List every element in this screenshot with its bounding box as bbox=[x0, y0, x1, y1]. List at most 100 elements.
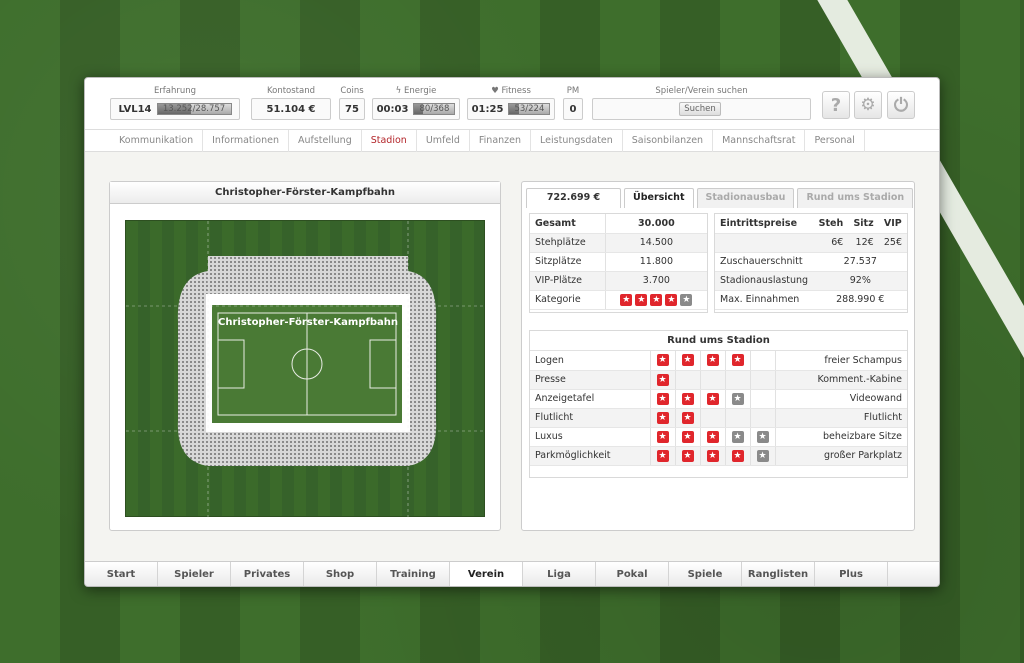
prices-row-value: 288.990 € bbox=[813, 290, 907, 310]
star-red-icon: ★ bbox=[656, 373, 669, 386]
rund-label: Luxus bbox=[530, 427, 650, 447]
subnav-personal[interactable]: Personal bbox=[805, 130, 865, 152]
gear-icon[interactable]: ⚙ bbox=[854, 91, 882, 119]
power-icon[interactable]: ⏻ bbox=[887, 91, 915, 119]
fitness-value: 53/224 bbox=[514, 104, 545, 114]
capacity-box: Gesamt 30.000 Stehplätze 14.500 Sitzplätze 11… bbox=[529, 213, 708, 313]
capacity-row: Sitzplätze 11.800 bbox=[530, 252, 707, 272]
nav-spieler[interactable]: Spieler bbox=[158, 562, 231, 586]
capacity-row: Stehplätze 14.500 bbox=[530, 233, 707, 253]
subnav-finanzen[interactable]: Finanzen bbox=[470, 130, 532, 152]
lightning-icon: ϟ bbox=[395, 86, 404, 96]
stadium-tabs: 722.699 € Übersicht Stadionausbau Rund u… bbox=[526, 188, 914, 208]
price-sitz[interactable]: 12€ bbox=[848, 233, 879, 253]
subnav-kommunikation[interactable]: Kommunikation bbox=[110, 130, 204, 152]
subnav-leistungsdaten[interactable]: Leistungsdaten bbox=[531, 130, 623, 152]
fitness-timer: 01:25 bbox=[471, 103, 504, 115]
nav-liga[interactable]: Liga bbox=[523, 562, 596, 586]
nav-shop[interactable]: Shop bbox=[304, 562, 377, 586]
subnav-aufstellung[interactable]: Aufstellung bbox=[289, 130, 362, 152]
star-red-icon: ★ bbox=[656, 354, 669, 367]
capacity-row: Kategorie ★ ★ ★ ★ ★ bbox=[530, 290, 707, 310]
star-red-icon: ★ bbox=[706, 430, 719, 443]
capacity-value: ★ ★ ★ ★ ★ bbox=[604, 290, 707, 310]
coins-label: Coins bbox=[340, 86, 364, 96]
stadium-view-panel: Christopher-Förster-Kampfbahn Christophe… bbox=[109, 181, 501, 531]
rund-title: Rund ums Stadion bbox=[530, 331, 907, 351]
erfahrung-stat: Erfahrung LVL14 13.252/28.757 bbox=[110, 86, 240, 120]
level-badge: LVL14 bbox=[118, 103, 152, 115]
nav-ranglisten[interactable]: Ranglisten bbox=[742, 562, 815, 586]
star-red-icon: ★ bbox=[620, 293, 633, 306]
top-bar: Erfahrung LVL14 13.252/28.757 Kontostand… bbox=[85, 78, 939, 130]
rund-box: Rund ums Stadion Logen ★ ★ ★ ★ freier Schampu… bbox=[529, 330, 908, 478]
capacity-value: 14.500 bbox=[604, 233, 707, 253]
price-steh[interactable]: 6€ bbox=[813, 233, 849, 253]
star-red-icon: ★ bbox=[681, 411, 694, 424]
heart-icon: ♥ bbox=[491, 86, 502, 96]
star-red-icon: ★ bbox=[731, 354, 744, 367]
kontostand-stat: Kontostand 51.104 € bbox=[251, 86, 331, 120]
subnav-informationen[interactable]: Informationen bbox=[203, 130, 289, 152]
nav-privates[interactable]: Privates bbox=[231, 562, 304, 586]
rund-label: Parkmöglichkeit bbox=[530, 446, 650, 466]
energie-timer: 00:03 bbox=[376, 103, 409, 115]
tab-stadionausbau[interactable]: Stadionausbau bbox=[696, 188, 795, 208]
rund-label: Logen bbox=[530, 351, 650, 371]
pitch-stadium-name: Christopher-Förster-Kampfbahn bbox=[218, 317, 398, 328]
help-icon[interactable]: ? bbox=[822, 91, 850, 119]
subnav-stadion[interactable]: Stadion bbox=[362, 130, 417, 152]
erfahrung-label: Erfahrung bbox=[153, 86, 197, 96]
prices-header-steh: Steh bbox=[813, 214, 849, 234]
stadium-svg: Christopher-Förster-Kampfbahn bbox=[126, 221, 486, 518]
fitness-stat: ♥ Fitness 01:25 53/224 bbox=[467, 86, 555, 120]
erfahrung-bar: 13.252/28.757 bbox=[156, 103, 232, 115]
star-red-icon: ★ bbox=[706, 354, 719, 367]
rund-desc: Videowand bbox=[774, 389, 907, 409]
pm-value[interactable]: 0 bbox=[563, 98, 583, 120]
kontostand-label: Kontostand bbox=[266, 86, 316, 96]
subnav-umfeld[interactable]: Umfeld bbox=[417, 130, 470, 152]
capacity-label: Stehplätze bbox=[530, 233, 606, 253]
prices-row-value: 27.537 bbox=[813, 252, 907, 272]
tab-rund-ums-stadion[interactable]: Rund ums Stadion bbox=[797, 188, 914, 208]
star-red-icon: ★ bbox=[656, 430, 669, 443]
star-red-icon: ★ bbox=[656, 411, 669, 424]
price-vip[interactable]: 25€ bbox=[878, 233, 907, 253]
star-grey-icon: ★ bbox=[731, 392, 744, 405]
rund-desc: Komment.-Kabine bbox=[774, 370, 907, 390]
search-input[interactable]: Suchen bbox=[592, 98, 811, 120]
nav-plus[interactable]: Plus bbox=[815, 562, 888, 586]
nav-spiele[interactable]: Spiele bbox=[669, 562, 742, 586]
capacity-value: 30.000 bbox=[604, 214, 707, 234]
stadium-info-panel: 722.699 € Übersicht Stadionausbau Rund u… bbox=[521, 181, 915, 531]
prices-header-label: Eintrittspreise bbox=[715, 214, 814, 234]
subnav-saisonbilanzen[interactable]: Saisonbilanzen bbox=[623, 130, 714, 152]
stadium-image: Christopher-Förster-Kampfbahn bbox=[125, 220, 486, 518]
prices-box: Eintrittspreise Steh Sitz VIP 6€ 12€ 25€ Zusc… bbox=[714, 213, 908, 313]
prices-row-label: Stadionauslastung bbox=[715, 271, 814, 291]
search-button[interactable]: Suchen bbox=[679, 102, 721, 116]
rund-row-luxus: Luxus ★ ★ ★ ★ ★ beheizbare Sitze bbox=[530, 427, 907, 447]
prices-row: Stadionauslastung 92% bbox=[715, 271, 907, 291]
nav-verein[interactable]: Verein bbox=[450, 562, 523, 586]
capacity-value: 3.700 bbox=[604, 271, 707, 291]
rund-row-parkmoeglichkeit: Parkmöglichkeit ★ ★ ★ ★ ★ großer Parkplatz bbox=[530, 446, 907, 466]
star-red-icon: ★ bbox=[681, 392, 694, 405]
nav-training[interactable]: Training bbox=[377, 562, 450, 586]
subnav-mannschaftsrat[interactable]: Mannschaftsrat bbox=[713, 130, 806, 152]
nav-pokal[interactable]: Pokal bbox=[596, 562, 669, 586]
rund-desc: großer Parkplatz bbox=[774, 446, 907, 466]
rund-row-logen: Logen ★ ★ ★ ★ freier Schampus bbox=[530, 351, 907, 371]
rund-row-presse: Presse ★ Komment.-Kabine bbox=[530, 370, 907, 390]
star-red-icon: ★ bbox=[731, 449, 744, 462]
star-red-icon: ★ bbox=[681, 449, 694, 462]
energie-value: 80/368 bbox=[419, 104, 450, 114]
tab-uebersicht[interactable]: Übersicht bbox=[624, 188, 694, 208]
capacity-label: VIP-Plätze bbox=[530, 271, 606, 291]
money-tab: 722.699 € bbox=[526, 188, 621, 208]
nav-start[interactable]: Start bbox=[85, 562, 158, 586]
capacity-label: Kategorie bbox=[530, 290, 606, 310]
rund-label: Flutlicht bbox=[530, 408, 650, 428]
capacity-table: Gesamt 30.000 Stehplätze 14.500 Sitzplätze 11… bbox=[530, 214, 707, 310]
